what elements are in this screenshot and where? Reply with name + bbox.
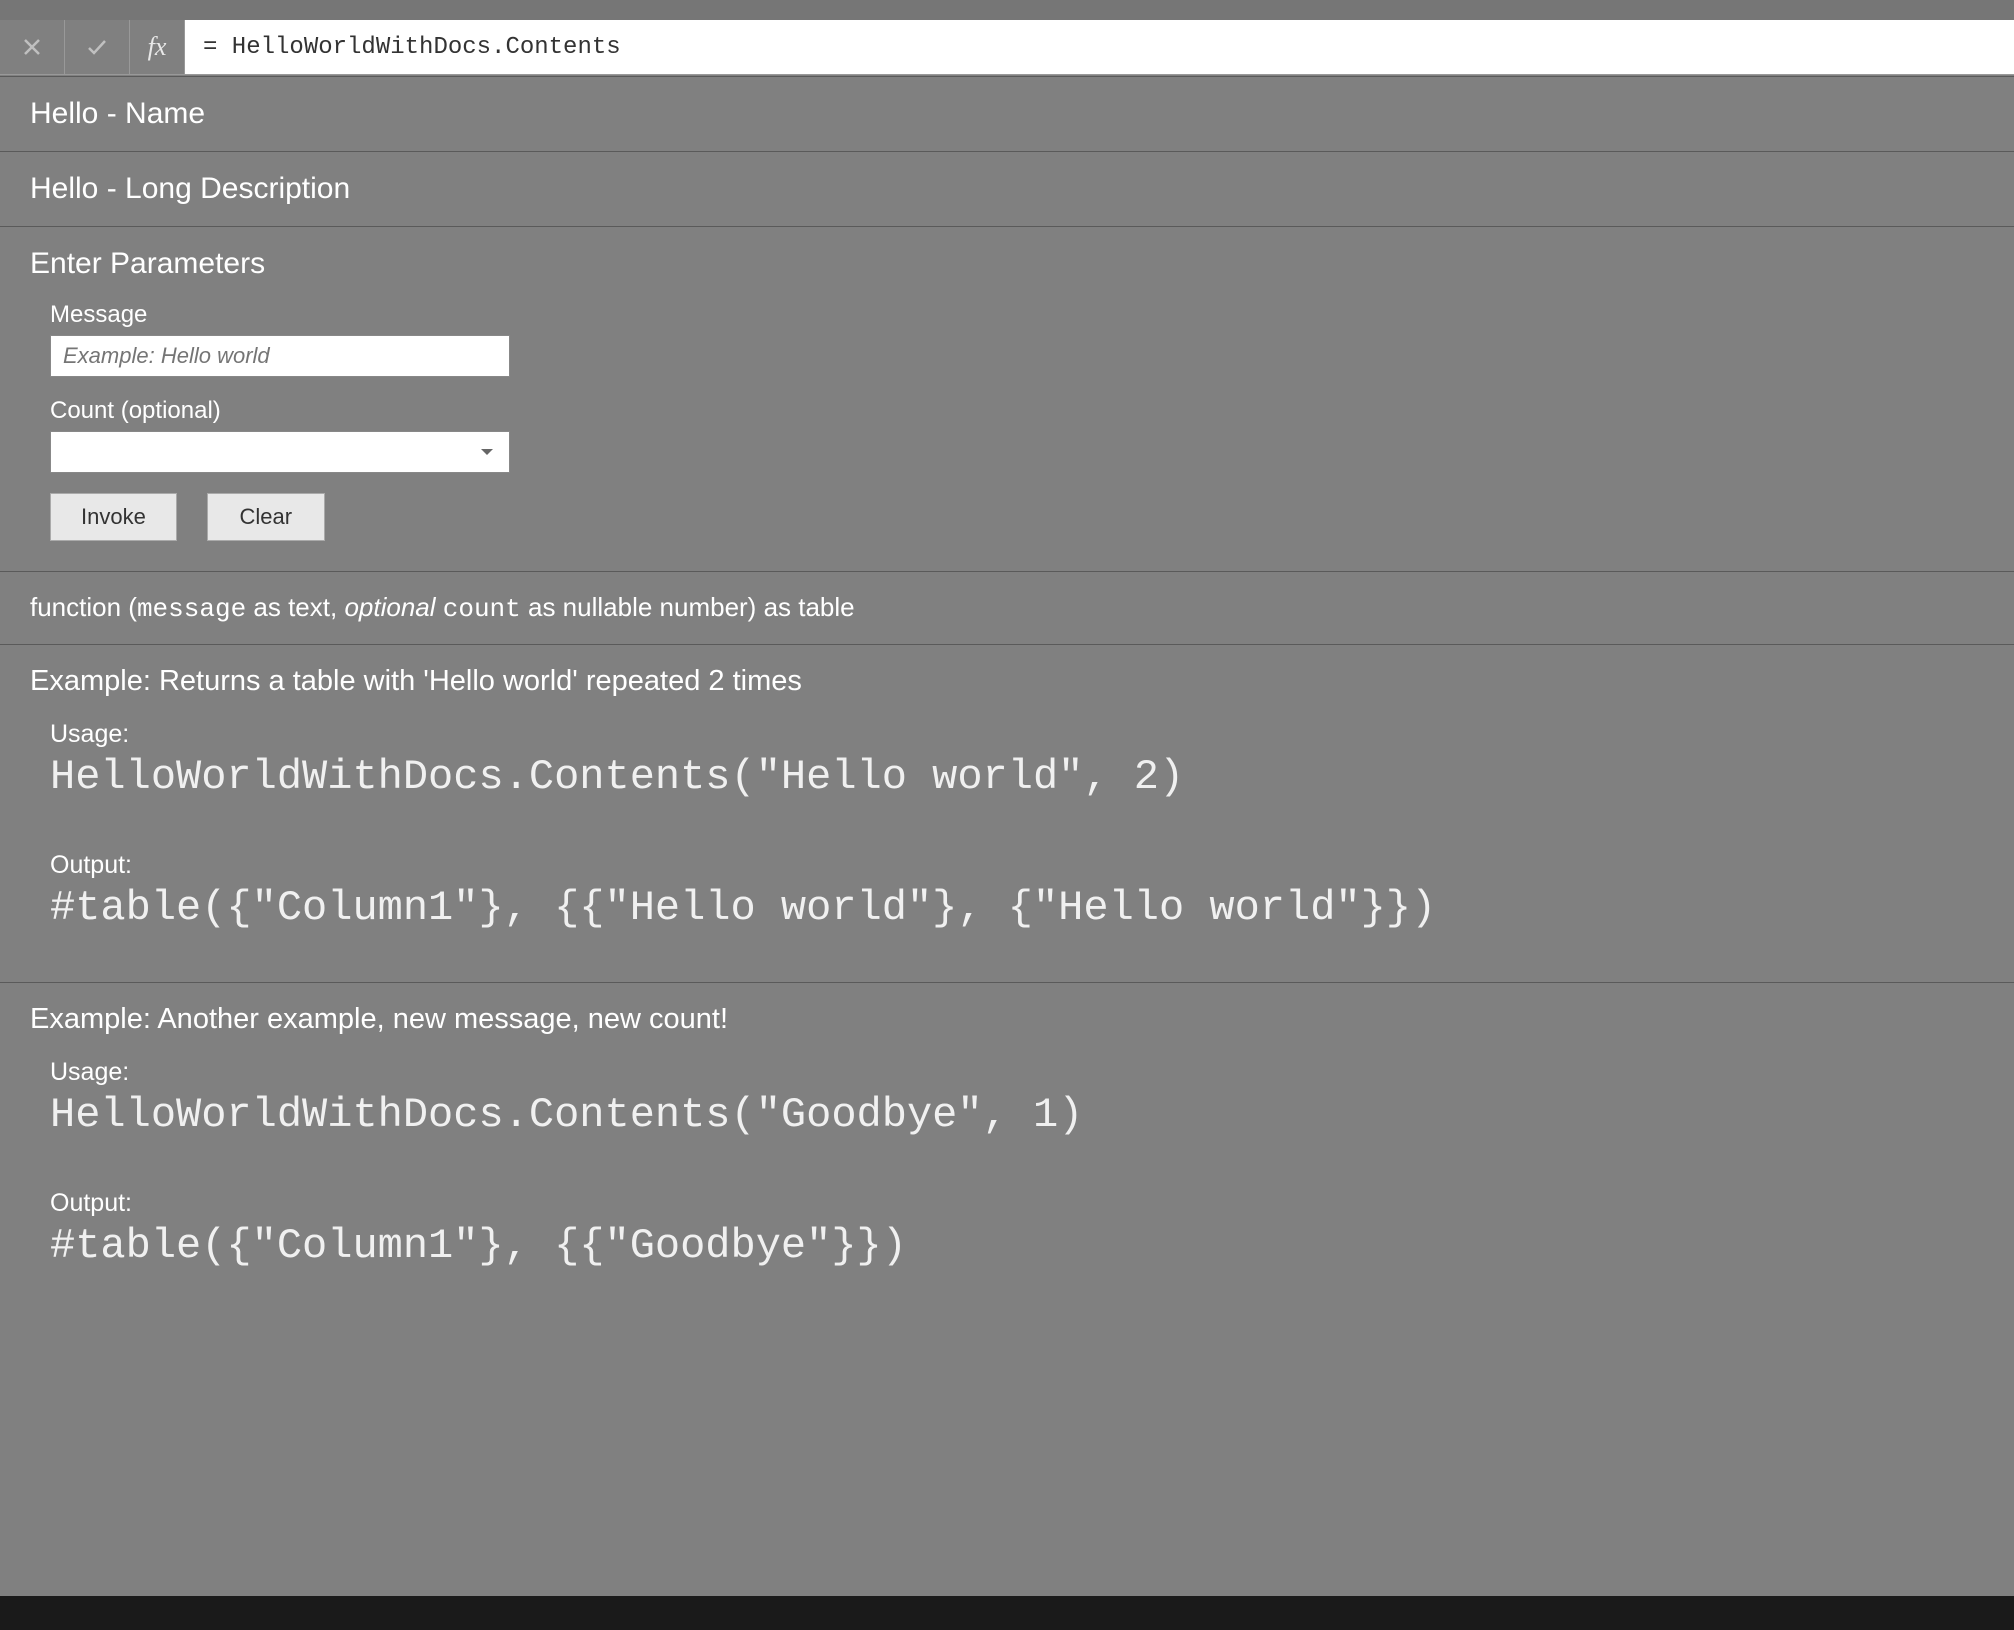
signature-suffix: as nullable number) as table [521,592,855,622]
formula-input[interactable] [185,20,2014,74]
message-input[interactable] [50,335,510,377]
window-top-bar [0,0,2014,20]
example-1-usage-code: HelloWorldWithDocs.Contents("Hello world… [50,753,1984,801]
example-1-title: Example: Returns a table with 'Hello wor… [30,665,1984,698]
count-param-group: Count (optional) [50,397,1984,473]
parameters-title: Enter Parameters [30,247,1984,281]
signature-param1: message [137,594,246,624]
signature-prefix: function ( [30,592,137,622]
checkmark-icon [85,35,109,59]
example-2: Example: Another example, new message, n… [0,983,2014,1320]
example-1-usage-label: Usage: [50,720,1984,749]
button-row: Invoke Clear [50,493,1984,541]
example-1: Example: Returns a table with 'Hello wor… [0,645,2014,983]
clear-button[interactable]: Clear [207,493,325,541]
example-2-output-label: Output: [50,1189,1984,1218]
count-select[interactable] [50,431,510,473]
example-2-title: Example: Another example, new message, n… [30,1003,1984,1036]
invoke-button[interactable]: Invoke [50,493,177,541]
example-1-output-code: #table({"Column1"}, {{"Hello world"}, {"… [50,884,1984,932]
function-description-header: Hello - Long Description [0,152,2014,227]
example-2-usage-code: HelloWorldWithDocs.Contents("Goodbye", 1… [50,1091,1984,1139]
formula-bar: fx [0,20,2014,75]
example-2-output-code: #table({"Column1"}, {{"Goodbye"}}) [50,1222,1984,1270]
status-bar [0,1596,2014,1630]
chevron-down-icon [481,449,493,455]
parameters-section: Enter Parameters Message Count (optional… [0,227,2014,572]
signature-param2: count [443,594,521,624]
message-param-group: Message [50,301,1984,377]
function-name-header: Hello - Name [0,77,2014,152]
signature-astext: as text, [246,592,344,622]
example-1-output-label: Output: [50,851,1984,880]
x-icon [20,35,44,59]
count-label: Count (optional) [50,397,1984,425]
fx-label: fx [130,20,185,74]
example-2-usage-label: Usage: [50,1058,1984,1087]
cancel-formula-button[interactable] [0,20,65,74]
accept-formula-button[interactable] [65,20,130,74]
function-signature: function (message as text, optional coun… [0,572,2014,645]
message-label: Message [50,301,1984,329]
signature-optional: optional [344,592,442,622]
